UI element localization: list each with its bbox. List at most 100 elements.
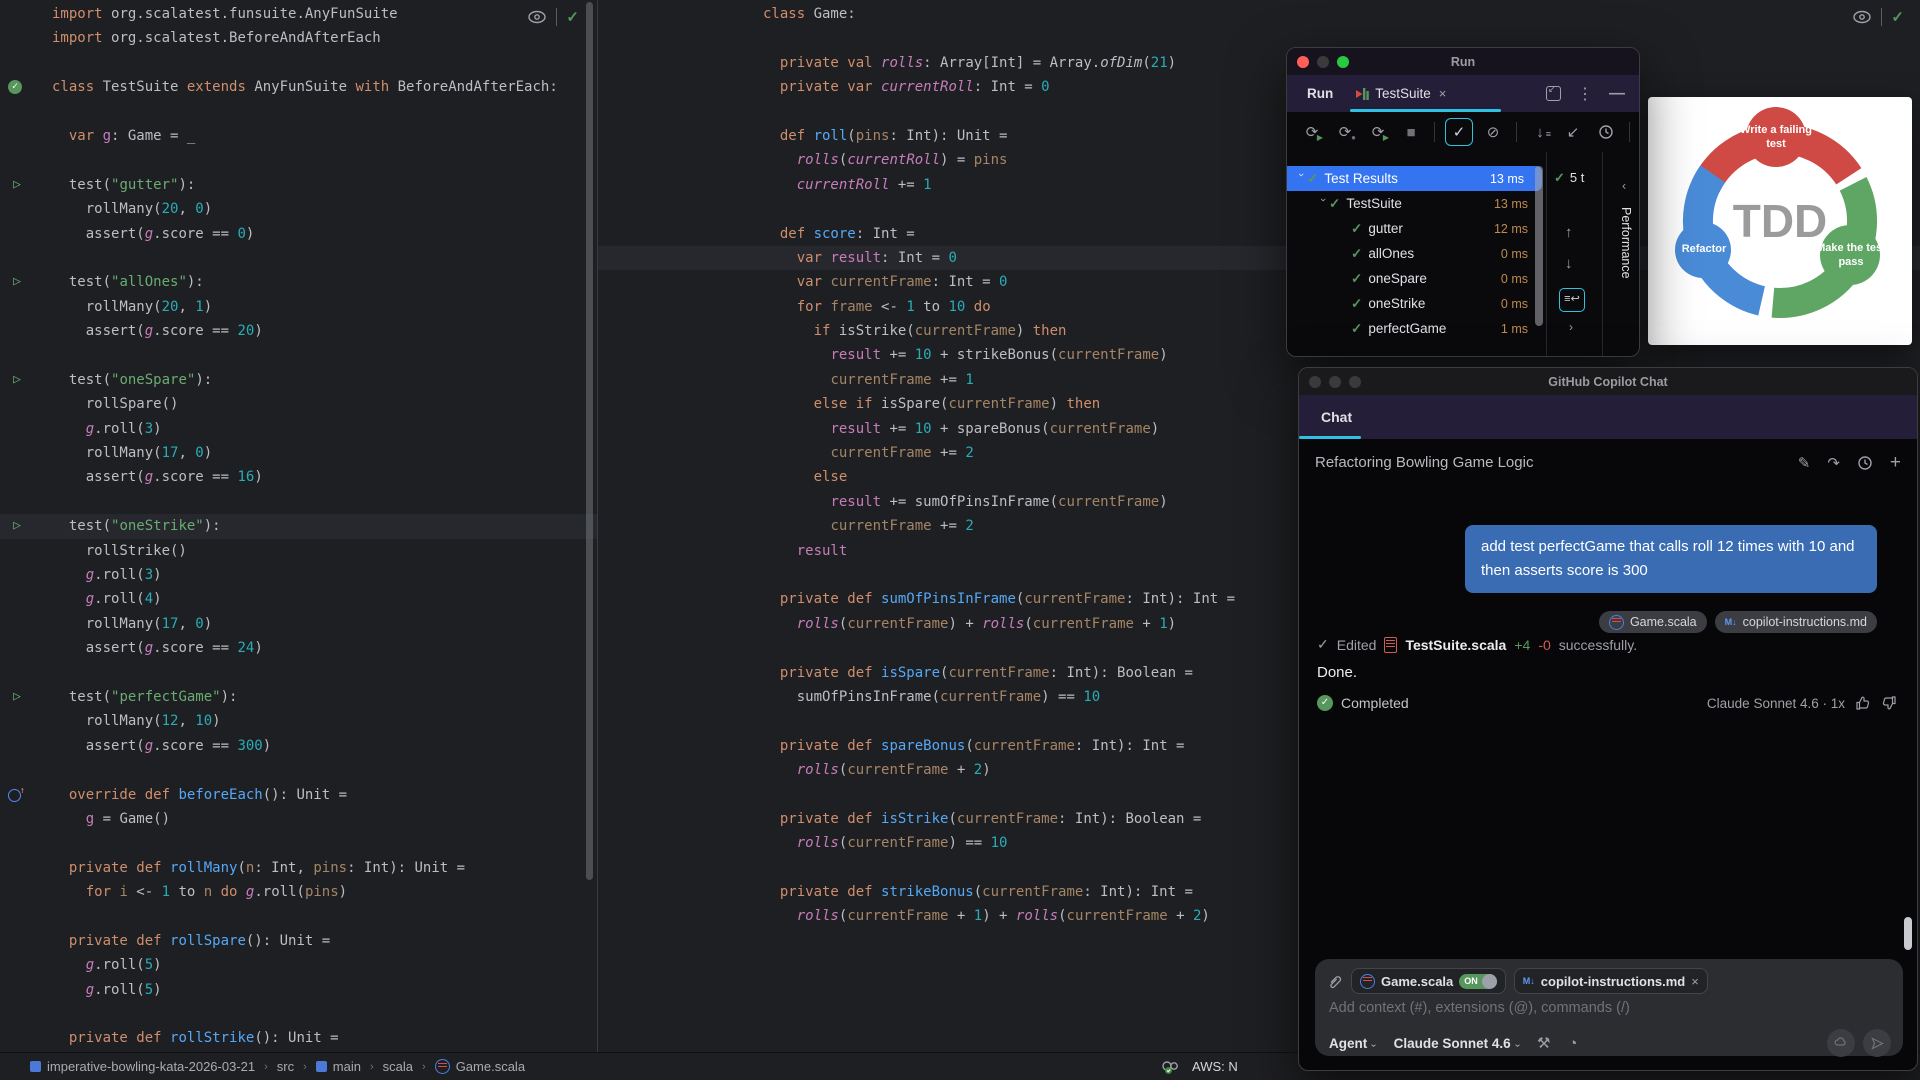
run-test-icon[interactable]: ▷ [8, 273, 26, 291]
run-test-icon[interactable]: ▷ [8, 517, 26, 535]
input-chip-copilot-instructions.md[interactable]: M↓ copilot-instructions.md × [1513, 968, 1708, 994]
left-editor-scrollbar[interactable] [586, 2, 593, 880]
test-tree-row-onespare[interactable]: ✓ oneSpare 0 ms [1287, 266, 1546, 291]
run-test-icon[interactable]: ▷ [8, 176, 26, 194]
chat-scrollbar[interactable] [1904, 917, 1912, 950]
close-window-button[interactable] [1309, 376, 1321, 388]
run-test-icon[interactable]: ▷ [8, 688, 26, 706]
editor-testsuite[interactable]: import org.scalatest.funsuite.AnyFunSuit… [0, 0, 598, 1053]
more-options-icon[interactable]: ⋮ [1577, 84, 1593, 104]
overrides-method-icon[interactable] [8, 782, 25, 802]
history-icon[interactable] [1593, 119, 1619, 145]
thumbs-down-icon[interactable] [1881, 695, 1897, 711]
inspections-eye-icon[interactable] [527, 10, 547, 24]
tools-icon[interactable]: ⚒ [1537, 1034, 1550, 1052]
chat-input-box[interactable]: Game.scala ON M↓ copilot-instructions.md × A… [1315, 959, 1903, 1057]
code-token: assert( [52, 469, 145, 486]
show-ignored-icon[interactable]: ⊘ [1480, 119, 1506, 145]
test-tree-row-testsuite[interactable]: › ✓ TestSuite 13 ms [1287, 191, 1546, 216]
context-chip-copilot-instructions.md[interactable]: M↓ copilot-instructions.md [1714, 611, 1877, 633]
traffic-lights[interactable] [1297, 56, 1349, 68]
minimize-window-button[interactable] [1329, 376, 1341, 388]
run-class-tests-icon[interactable]: ✓ [8, 80, 22, 95]
stop-icon[interactable]: ■ [1398, 119, 1424, 145]
edit-title-icon[interactable]: ✎ [1798, 454, 1811, 472]
chip-close-icon[interactable]: × [1691, 974, 1699, 989]
chat-input-field[interactable]: Add context (#), extensions (@), command… [1329, 1000, 1630, 1016]
move-to-window-icon[interactable] [1546, 84, 1561, 101]
traffic-lights[interactable] [1309, 376, 1361, 388]
code-token: : Array[Int] = Array. [923, 54, 1101, 71]
test-tree-row-perfectgame[interactable]: ✓ perfectGame 1 ms [1287, 316, 1546, 341]
history-icon[interactable] [1857, 455, 1873, 471]
mode-dropdown[interactable]: Agent› [1329, 1036, 1379, 1051]
code-token: "allOnes" [111, 274, 187, 291]
aws-status-text[interactable]: AWS: N [1192, 1059, 1238, 1074]
close-tab-icon[interactable]: × [1439, 86, 1447, 101]
run-window-titlebar[interactable]: Run [1287, 48, 1639, 75]
hide-window-icon[interactable]: — [1609, 85, 1625, 103]
tab-testsuite[interactable]: TestSuite × [1355, 86, 1446, 101]
sort-duration-icon[interactable]: ↓ ≡ [1527, 119, 1553, 145]
rerun-icon[interactable]: ⟳ ▶ [1299, 119, 1325, 145]
previous-test-icon[interactable]: ↑ [1565, 224, 1573, 241]
no-problems-check-icon[interactable]: ✓ [566, 8, 579, 26]
test-tree-row-test-results[interactable]: › ✓ Test Results 13 ms [1287, 166, 1542, 191]
no-problems-check-icon[interactable]: ✓ [1891, 8, 1904, 26]
chevron-down-icon[interactable]: › [1317, 198, 1329, 210]
performance-tab[interactable]: Performance [1619, 207, 1633, 279]
navigate-source-icon[interactable]: ↙ [1560, 119, 1586, 145]
copilot-status-icon[interactable] [1160, 1059, 1180, 1075]
breadcrumb-item-main[interactable]: main [315, 1059, 361, 1074]
inspection-widget-left[interactable]: ✓ [527, 8, 579, 26]
inspections-eye-icon[interactable] [1852, 10, 1872, 24]
usage-gauge-icon[interactable]: ◔ [1568, 1035, 1577, 1052]
status-right[interactable]: AWS: N [1160, 1059, 1238, 1075]
voice-input-button[interactable] [1827, 1029, 1855, 1057]
test-tree-row-gutter[interactable]: ✓ gutter 12 ms [1287, 216, 1546, 241]
run-pane-label[interactable]: Run [1307, 86, 1333, 101]
input-chip-Game.scala[interactable]: Game.scala ON [1351, 968, 1506, 994]
edited-file-name[interactable]: TestSuite.scala [1405, 637, 1506, 653]
code-token: 3 [144, 420, 154, 437]
chevron-down-icon[interactable]: › [1295, 173, 1307, 185]
breadcrumb[interactable]: imperative-bowling-kata-2026-03-21 › src › m… [30, 1059, 525, 1074]
zoom-window-button[interactable] [1349, 376, 1361, 388]
scroll-to-end-toggle-icon[interactable]: ≡↩ [1559, 288, 1585, 312]
attach-paperclip-icon[interactable] [1327, 973, 1343, 989]
expand-strip-icon[interactable]: › [1569, 320, 1573, 334]
run-test-icon[interactable]: ▷ [8, 371, 26, 389]
rerun-failed-icon[interactable]: ⟳ ● [1332, 119, 1358, 145]
breadcrumb-label: imperative-bowling-kata-2026-03-21 [47, 1059, 256, 1074]
context-chip-Game.scala[interactable]: Game.scala [1598, 611, 1707, 633]
model-dropdown[interactable]: Claude Sonnet 4.6› [1394, 1036, 1523, 1051]
test-tree-row-onestrike[interactable]: ✓ oneStrike 0 ms [1287, 291, 1546, 316]
edited-file-row[interactable]: ✓ Edited TestSuite.scala +4 -0 successfu… [1317, 636, 1637, 653]
breadcrumb-item-scala[interactable]: scala [383, 1059, 413, 1074]
tree-scrollbar[interactable] [1535, 166, 1543, 326]
next-test-icon[interactable]: ↓ [1565, 255, 1573, 272]
new-chat-icon[interactable]: + [1890, 452, 1901, 474]
chip-toggle-on[interactable]: ON [1459, 973, 1497, 989]
breadcrumb-item-imperative-bowling-kata-2026-03-21[interactable]: imperative-bowling-kata-2026-03-21 [30, 1059, 255, 1074]
collapse-panel-icon[interactable]: › [1622, 180, 1626, 194]
close-window-button[interactable] [1297, 56, 1309, 68]
chat-window-titlebar[interactable]: GitHub Copilot Chat [1299, 368, 1917, 395]
test-results-tree[interactable]: › ✓ Test Results 13 ms › ✓ TestSuite 13 ms ✓ gutt… [1287, 152, 1547, 356]
show-passed-icon[interactable]: ✓ [1445, 118, 1473, 146]
test-tree-row-allones[interactable]: ✓ allOnes 0 ms [1287, 241, 1546, 266]
run-window-title: Run [1450, 54, 1476, 69]
code-token: .score == [153, 323, 238, 340]
inspection-widget-right[interactable]: ✓ [1852, 8, 1904, 26]
thumbs-up-icon[interactable] [1855, 695, 1871, 711]
send-button[interactable] [1863, 1029, 1891, 1057]
rerun-auto-icon[interactable]: ⟳ ▶ [1365, 119, 1391, 145]
tab-chat[interactable]: Chat [1321, 409, 1352, 425]
breadcrumb-item-src[interactable]: src [277, 1059, 294, 1074]
zoom-window-button[interactable] [1337, 56, 1349, 68]
breadcrumb-item-Game.scala[interactable]: Game.scala [434, 1059, 525, 1074]
undo-icon[interactable]: ↷ [1827, 454, 1840, 472]
minimize-window-button[interactable] [1317, 56, 1329, 68]
